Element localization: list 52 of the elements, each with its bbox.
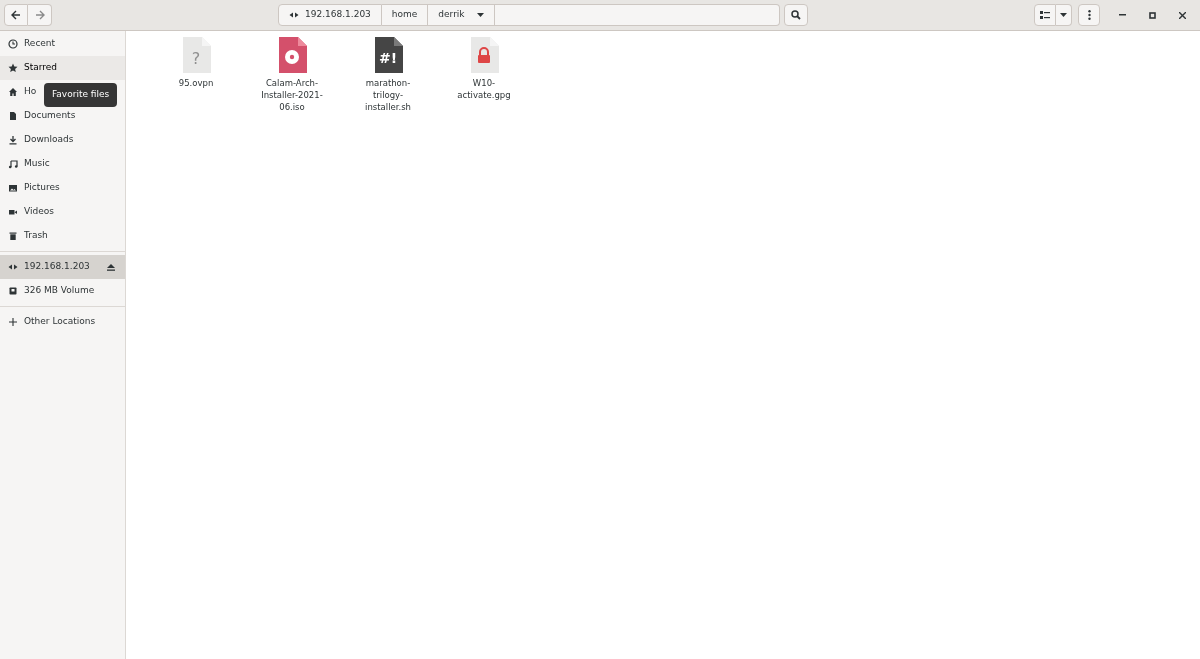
file-name[interactable]: Calam-Arch-Installer-2021-06.iso <box>256 77 328 113</box>
trash-icon <box>8 231 18 241</box>
caret-icon <box>1060 13 1067 17</box>
document-icon <box>8 111 18 121</box>
sidebar-item[interactable]: Pictures <box>0 176 125 200</box>
video-icon <box>8 207 18 217</box>
sidebar-item[interactable]: Starred <box>0 56 125 80</box>
sidebar-item[interactable]: Downloads <box>0 128 125 152</box>
forward-arrow-icon <box>34 10 45 20</box>
file-name[interactable]: W10-activate.gpg <box>448 77 520 101</box>
caret-icon <box>476 13 484 17</box>
search-icon <box>791 10 801 20</box>
file-name[interactable]: marathon-trilogy-installer.sh <box>352 77 424 113</box>
sidebar-item[interactable]: Other Locations <box>0 310 125 334</box>
sidebar-item[interactable]: Trash <box>0 224 125 248</box>
file-name[interactable]: 95.ovpn <box>160 77 232 89</box>
menu-icon <box>1087 10 1091 20</box>
network-icon <box>8 262 18 272</box>
network-icon <box>289 10 299 20</box>
close-icon <box>1178 11 1186 19</box>
script-file-icon[interactable]: #! <box>373 37 403 73</box>
eject-icon[interactable] <box>107 263 115 271</box>
back-arrow-icon <box>11 10 21 20</box>
sidebar-item[interactable]: 192.168.1.203 <box>0 255 125 279</box>
path-segment[interactable]: 192.168.1.203 <box>278 4 382 26</box>
locked-file-icon[interactable] <box>469 37 499 73</box>
path-segment[interactable]: derrik <box>428 4 495 26</box>
path-entry-field[interactable] <box>494 4 780 26</box>
plus-icon <box>8 317 18 327</box>
view-options-button[interactable] <box>1056 4 1072 26</box>
list-view-icon <box>1040 11 1050 19</box>
back-button[interactable] <box>4 4 28 26</box>
sidebar-item[interactable]: 326 MB Volume <box>0 279 125 303</box>
music-icon <box>8 159 18 169</box>
menu-button[interactable] <box>1078 4 1100 26</box>
sidebar-item[interactable]: Documents <box>0 104 125 128</box>
home-icon <box>8 87 18 97</box>
recent-icon <box>8 39 18 49</box>
maximize-icon <box>1148 11 1156 19</box>
picture-icon <box>8 183 18 193</box>
drive-icon <box>8 286 18 296</box>
sidebar-item[interactable]: Recent <box>0 32 125 56</box>
path-segment[interactable]: home <box>381 4 429 26</box>
sidebar-item[interactable]: Music <box>0 152 125 176</box>
search-button[interactable] <box>784 4 808 26</box>
view-toggle-button[interactable] <box>1034 4 1056 26</box>
download-icon <box>8 135 18 145</box>
minimize-icon <box>1118 14 1126 16</box>
star-icon <box>8 63 18 73</box>
tooltip: Favorite files <box>44 83 118 107</box>
sidebar-item[interactable]: Videos <box>0 200 125 224</box>
disc-image-file-icon[interactable] <box>277 37 307 73</box>
